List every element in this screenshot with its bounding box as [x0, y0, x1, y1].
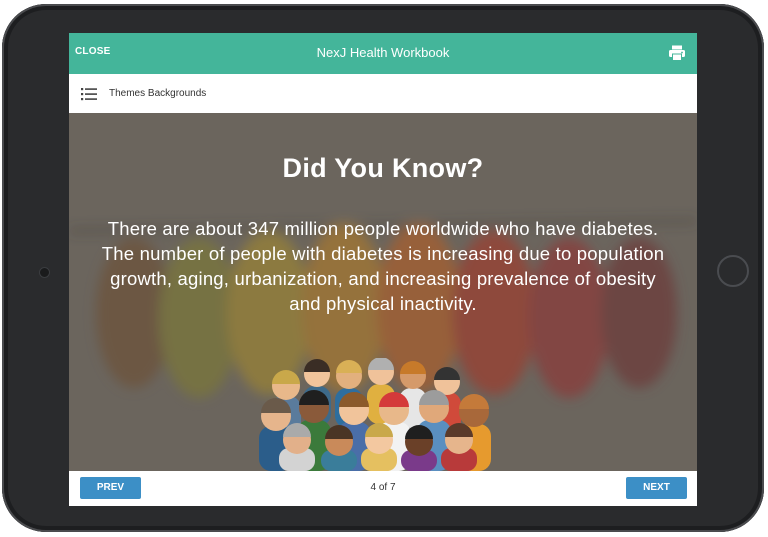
app-screen: CLOSE NexJ Health Workbook Themes Backgr…	[69, 33, 697, 506]
toolbar: Themes Backgrounds	[69, 74, 697, 114]
app-header: CLOSE NexJ Health Workbook	[69, 33, 697, 74]
printer-icon[interactable]	[668, 44, 686, 62]
slide-title: Did You Know?	[282, 153, 484, 183]
slide-content: Did You Know? There are about 347 millio…	[69, 113, 697, 471]
next-button[interactable]: NEXT	[626, 477, 687, 499]
footer-navigation: PREV 4 of 7 NEXT	[69, 471, 697, 506]
home-button[interactable]	[717, 255, 749, 287]
toolbar-label: Themes Backgrounds	[109, 88, 207, 99]
camera-icon	[39, 267, 50, 278]
list-icon[interactable]	[81, 87, 97, 101]
crowd-of-people-illustration	[259, 358, 491, 471]
slide-body-text: There are about 347 million people world…	[101, 218, 665, 314]
page-indicator: 4 of 7	[370, 482, 396, 493]
app-title: NexJ Health Workbook	[316, 45, 450, 60]
